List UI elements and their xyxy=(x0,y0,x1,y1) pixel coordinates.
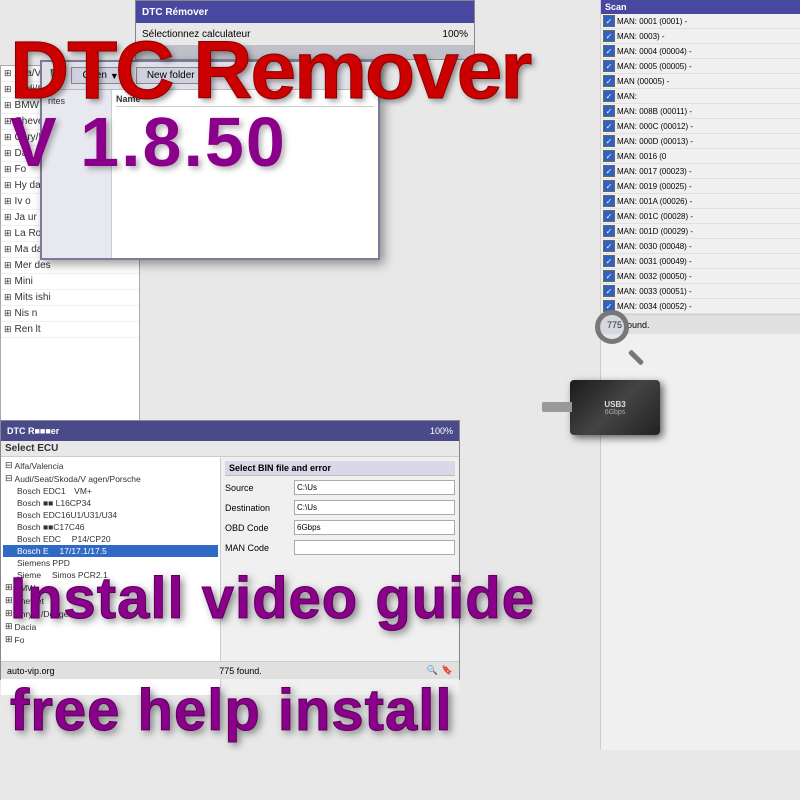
rcp-checkbox[interactable]: ✓ xyxy=(603,180,615,192)
usb-body: USB3 6Gbps xyxy=(570,380,660,435)
ecu-footer: auto-vip.org 775 found. 🔍 🔖 xyxy=(1,661,459,679)
obd-input[interactable] xyxy=(294,520,455,535)
dest-row: Destination xyxy=(225,500,455,515)
tree-item-niss[interactable]: ⊞ Nis n xyxy=(1,306,139,322)
tree-bosch-l16[interactable]: Bosch ■■ L16CP34 xyxy=(3,497,218,509)
tree-audi[interactable]: ⊟Audi/Seat/Skoda/V agen/Porsche xyxy=(3,472,218,485)
magnifier xyxy=(595,310,645,360)
top-titlebar: DTC Rémover xyxy=(136,1,474,23)
source-input[interactable] xyxy=(294,480,455,495)
rcp-checkbox[interactable]: ✓ xyxy=(603,240,615,252)
rcp-item-label: MAN: 0031 (00049) - xyxy=(617,257,692,266)
rcp-list-item[interactable]: ✓MAN: 0031 (00049) - xyxy=(601,254,800,269)
usb-label2: 6Gbps xyxy=(605,409,626,416)
percent-2: 100% xyxy=(430,426,453,436)
free-help-heading: free help install xyxy=(10,682,800,740)
install-guide-heading: Install video guide xyxy=(10,569,800,630)
usb-drive: USB3 6Gbps xyxy=(570,380,660,435)
usb-label: USB3 xyxy=(604,400,625,409)
rcp-list-item[interactable]: ✓MAN: 0001 (0001) - xyxy=(601,14,800,29)
man-input[interactable] xyxy=(294,540,455,555)
rcp-checkbox[interactable]: ✓ xyxy=(603,195,615,207)
ecu-select-window: DTC R■■■er 100% Select ECU ⊟Alfa/Valenci… xyxy=(0,420,460,680)
man-label: MAN Code xyxy=(225,543,290,553)
rcp-item-label: MAN: 001D (00029) - xyxy=(617,227,693,236)
tree-fo2[interactable]: ⊞Fo xyxy=(3,633,218,646)
rcp-item-label: MAN: 0032 (00050) - xyxy=(617,272,692,281)
dtc-logo-small-text: DTC Rémover xyxy=(142,7,208,18)
down-arrow-icon: 🔍 xyxy=(427,665,438,676)
rcp-item-label: MAN: 0001 (0001) - xyxy=(617,17,687,26)
ecu-titlebar: DTC R■■■er 100% xyxy=(1,421,459,441)
version-heading: V 1.8.50 xyxy=(10,107,800,177)
rcp-checkbox[interactable]: ✓ xyxy=(603,15,615,27)
rcp-checkbox[interactable]: ✓ xyxy=(603,210,615,222)
magnifier-circle xyxy=(595,310,629,344)
tree-bosch-edc16[interactable]: Bosch EDC16U1/U31/U34 xyxy=(3,509,218,521)
man-row: MAN Code xyxy=(225,540,455,555)
rcp-item-label: MAN: 0019 (00025) - xyxy=(617,182,692,191)
ecu-window-logo: DTC R■■■er xyxy=(7,426,59,436)
install-guide-block: Install video guide xyxy=(0,569,800,630)
tree-item-merc[interactable]: ⊞ Mer des xyxy=(1,258,139,274)
usb-connector xyxy=(542,402,572,412)
select-bin-label: Select BIN file and error xyxy=(225,461,455,476)
rcp-checkbox[interactable]: ✓ xyxy=(603,270,615,282)
destination-input[interactable] xyxy=(294,500,455,515)
tree-bosch-c17c46[interactable]: Bosch ■■C17C46 xyxy=(3,521,218,533)
select-ecu-label: Select ECU xyxy=(1,441,459,457)
footer-icons: 🔍 🔖 xyxy=(427,665,453,676)
free-help-block: free help install xyxy=(0,682,800,740)
footer-count: 775 found. xyxy=(219,666,262,676)
dtc-remover-heading: DTC Remover xyxy=(10,30,800,112)
rcp-list-item[interactable]: ✓MAN: 0030 (00048) - xyxy=(601,239,800,254)
rcp-list-item[interactable]: ✓MAN: 001D (00029) - xyxy=(601,224,800,239)
rcp-item-label: MAN: 0033 (00051) - xyxy=(617,287,692,296)
rcp-list-item[interactable]: ✓MAN: 001C (00028) - xyxy=(601,209,800,224)
rcp-checkbox[interactable]: ✓ xyxy=(603,255,615,267)
tree-item-ren[interactable]: ⊞ Ren lt xyxy=(1,322,139,338)
rcp-header: Scan xyxy=(601,0,800,14)
usb-area xyxy=(595,310,645,360)
rcp-list-item[interactable]: ✓MAN: 0033 (00051) - xyxy=(601,284,800,299)
tree-item-mits[interactable]: ⊞ Mits ishi xyxy=(1,290,139,306)
tree-bosch-e-sel[interactable]: Bosch E 17/17.1/17.5 xyxy=(3,545,218,557)
rcp-list-item[interactable]: ✓MAN: 001A (00026) - xyxy=(601,194,800,209)
rcp-item-label: MAN: 001A (00026) - xyxy=(617,197,692,206)
source-label: Source xyxy=(225,483,290,493)
main-title-block: DTC Remover V 1.8.50 xyxy=(0,30,800,177)
tree-bosch-edc-p14[interactable]: Bosch EDC P14/CP20 xyxy=(3,533,218,545)
rcp-checkbox[interactable]: ✓ xyxy=(603,285,615,297)
tree-item-mini[interactable]: ⊞ Mini xyxy=(1,274,139,290)
footer-url: auto-vip.org xyxy=(7,666,55,676)
rcp-list-item[interactable]: ✓MAN: 0032 (00050) - xyxy=(601,269,800,284)
rcp-item-label: MAN: 001C (00028) - xyxy=(617,212,693,221)
source-row: Source xyxy=(225,480,455,495)
tree-bosch-edc1[interactable]: Bosch EDC1 VM+ xyxy=(3,485,218,497)
rcp-list-item[interactable]: ✓MAN: 0019 (00025) - xyxy=(601,179,800,194)
destination-label: Destination xyxy=(225,503,290,513)
tree-alfa[interactable]: ⊟Alfa/Valencia xyxy=(3,459,218,472)
obd-row: OBD Code xyxy=(225,520,455,535)
bookmark-icon: 🔖 xyxy=(442,665,453,676)
rcp-item-label: MAN: 0030 (00048) - xyxy=(617,242,692,251)
obd-label: OBD Code xyxy=(225,523,290,533)
rcp-checkbox[interactable]: ✓ xyxy=(603,225,615,237)
